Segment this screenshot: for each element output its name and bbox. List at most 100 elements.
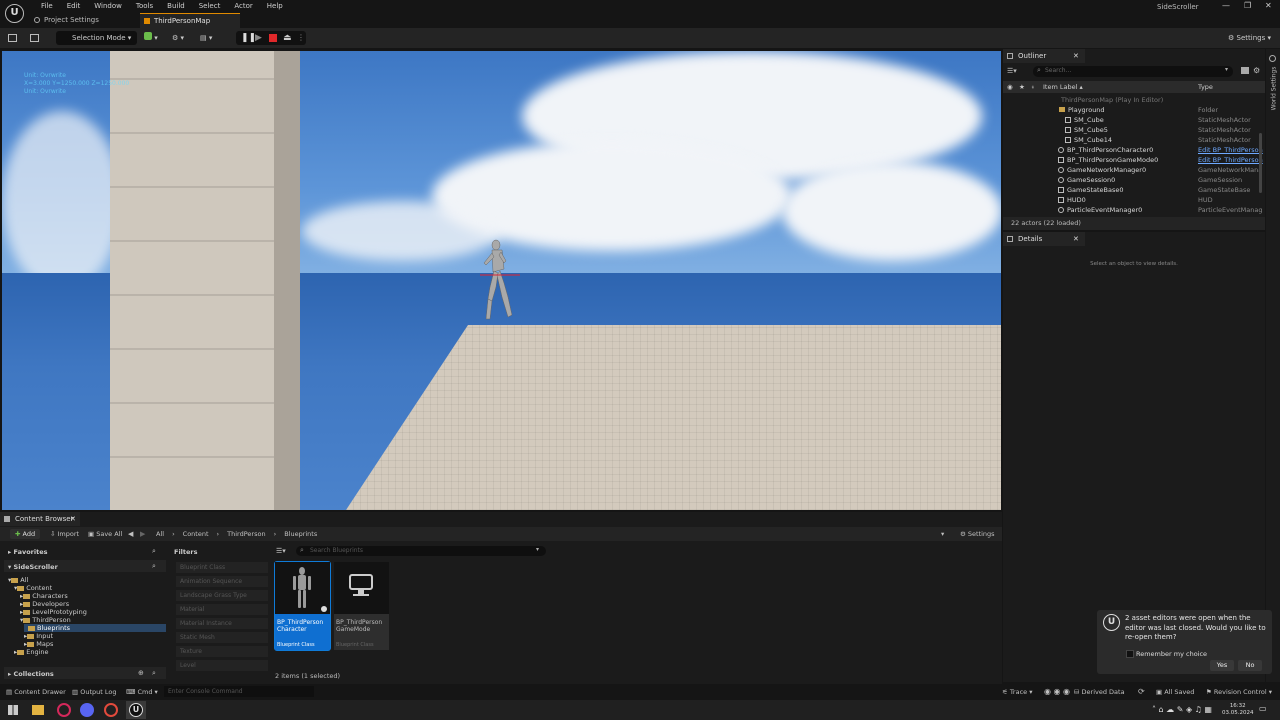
outliner-row[interactable]: BP_ThirdPersonGameMode0 Edit BP_ThirdPers… (1003, 155, 1265, 165)
file-explorer-icon[interactable] (32, 705, 44, 715)
filter-blueprint-class[interactable]: Blueprint Class (176, 562, 268, 573)
outliner-row[interactable]: SM_Cube StaticMeshActor (1003, 115, 1265, 125)
menu-tools[interactable]: Tools (129, 2, 160, 10)
outliner-row-map[interactable]: ThirdPersonMap (Play In Editor) (1003, 95, 1265, 105)
third-person-character[interactable] (480, 239, 520, 325)
search-icon[interactable]: ⌕ (152, 547, 156, 556)
outliner-row[interactable]: GameStateBase0 GameStateBase (1003, 185, 1265, 195)
tree-item-developers[interactable]: ▸ Developers (20, 600, 69, 608)
unreal-logo-icon[interactable]: U (5, 4, 24, 23)
stop-icon[interactable] (269, 34, 277, 42)
derived-data-button[interactable]: ⛁ Derived Data (1074, 688, 1125, 696)
world-settings-tab[interactable]: World Settings (1270, 67, 1277, 111)
filter-texture[interactable]: Texture (176, 646, 268, 657)
close-tab-icon[interactable]: ✕ (1073, 49, 1079, 63)
remember-checkbox[interactable] (1126, 650, 1134, 658)
collections-section[interactable]: ▸ Collections (8, 670, 54, 678)
add-actor-icon[interactable]: ▾ (144, 31, 164, 45)
cb-settings-button[interactable]: ⚙ Settings (960, 529, 995, 539)
outliner-row[interactable]: BP_ThirdPersonCharacter0 Edit BP_ThirdPer… (1003, 145, 1265, 155)
add-button[interactable]: ✚ Add (10, 529, 41, 539)
save-all-button[interactable]: ▣ Save All (88, 529, 122, 539)
unreal-editor-task-icon[interactable]: U (129, 703, 143, 717)
gear-icon[interactable]: ⚙ (1253, 66, 1260, 75)
asset-tile-gamemode[interactable]: BP_ThirdPerson GameMode Blueprint Class (334, 562, 389, 650)
search-icon[interactable]: ⌕ (152, 669, 156, 678)
close-tab-icon[interactable]: ✕ (1073, 232, 1079, 246)
windows-start-icon[interactable] (8, 705, 18, 715)
add-folder-icon[interactable] (1241, 67, 1249, 74)
asset-tile-character[interactable]: BP_ThirdPerson Character Blueprint Class (274, 561, 331, 651)
outliner-row[interactable]: HUD0 HUD (1003, 195, 1265, 205)
edit-blueprint-link[interactable]: Edit BP_ThirdPerson (1198, 145, 1263, 155)
tree-item-maps[interactable]: ▸ Maps (24, 640, 53, 648)
breadcrumb-blueprints[interactable]: Blueprints (284, 529, 317, 539)
trace-button[interactable]: ⚟ Trace ▾ (1002, 688, 1033, 696)
asset-search-input[interactable]: ⌕ Search Blueprints ▾ (296, 546, 546, 556)
tree-item-levelprototyping[interactable]: ▸ LevelPrototyping (20, 608, 87, 616)
output-log-button[interactable]: ▥ Output Log (72, 688, 116, 696)
tab-content-browser[interactable]: Content Browser ✕ (0, 512, 80, 526)
menu-actor[interactable]: Actor (227, 2, 259, 10)
tree-item-thirdperson[interactable]: ▾ ThirdPerson (20, 616, 71, 624)
settings-button[interactable]: ⚙ Settings ▾ (1228, 31, 1271, 45)
filter-landscape-grass-type[interactable]: Landscape Grass Type (176, 590, 268, 601)
outliner-row[interactable]: GameSession0 GameSession (1003, 175, 1265, 185)
forward-icon[interactable]: ▶ (140, 529, 145, 539)
filter-material-instance[interactable]: Material Instance (176, 618, 268, 629)
menu-window[interactable]: Window (87, 2, 129, 10)
menu-build[interactable]: Build (160, 2, 192, 10)
project-section[interactable]: ▾ SideScroller (8, 563, 58, 571)
tray-icons[interactable]: ˄ ⌂ ☁ ✎ ◈ ♫ ▦ (1152, 705, 1212, 714)
column-item-label[interactable]: Item Label ▴ (1043, 81, 1083, 93)
tree-item-engine[interactable]: ▸ Engine (14, 648, 49, 656)
more-options-icon[interactable]: ⋮ (297, 33, 305, 42)
filter-animation-sequence[interactable]: Animation Sequence (176, 576, 268, 587)
menu-edit[interactable]: Edit (60, 2, 88, 10)
clock[interactable]: 16:32 03.05.2024 (1222, 703, 1254, 717)
app-icon[interactable] (57, 703, 71, 717)
tab-details[interactable]: Details ✕ (1003, 232, 1085, 246)
content-drawer-button[interactable]: ▤ Content Drawer (6, 688, 66, 696)
path-dropdown-icon[interactable]: ▾ (941, 529, 944, 539)
browse-icon[interactable] (30, 34, 39, 42)
filter-icon[interactable]: ☰▾ (276, 547, 286, 555)
browser-icon[interactable] (104, 703, 118, 717)
close-tab-icon[interactable]: ✕ (70, 512, 76, 526)
outliner-row[interactable]: SM_Cube14 StaticMeshActor (1003, 135, 1265, 145)
pause-icon[interactable]: ❚❚ (241, 33, 256, 43)
chevron-down-icon[interactable]: ▾ (1225, 66, 1228, 73)
outliner-row[interactable]: GameNetworkManager0 GameNetworkMana (1003, 165, 1265, 175)
tree-item-content[interactable]: ▾ Content (14, 584, 52, 592)
filter-static-mesh[interactable]: Static Mesh (176, 632, 268, 643)
outliner-search-input[interactable]: ⌕ Search... ▾ (1033, 66, 1233, 77)
chevron-down-icon[interactable]: ▾ (536, 546, 539, 553)
step-icon[interactable]: ▶ (255, 33, 262, 43)
level-viewport[interactable]: Unit: Ovrwrite X=3.000 Y=1250.000 Z=1250… (2, 51, 1001, 510)
close-icon[interactable]: ✕ (1265, 1, 1272, 10)
import-button[interactable]: ⇩ Import (50, 529, 79, 539)
star-icon[interactable]: ★ (1019, 81, 1025, 93)
breadcrumb-content[interactable]: Content (183, 529, 209, 539)
favorites-section[interactable]: ▸ Favorites (8, 548, 48, 556)
blueprints-icon[interactable]: ⚙ ▾ (172, 31, 192, 45)
all-saved-button[interactable]: ▣ All Saved (1156, 688, 1194, 696)
cmd-dropdown[interactable]: ⌨ Cmd ▾ (126, 688, 158, 696)
notification-center-icon[interactable]: ▭ (1259, 704, 1267, 713)
tab-project-settings[interactable]: Project Settings (30, 13, 107, 28)
eject-icon[interactable]: ⏏ (283, 33, 292, 43)
notification-icon[interactable]: ⟳ (1138, 687, 1145, 696)
tree-item-blueprints[interactable]: Blueprints (28, 624, 70, 632)
outliner-row[interactable]: ParticleEventManager0 ParticleEventManag (1003, 205, 1265, 215)
column-type[interactable]: Type (1198, 81, 1213, 93)
save-icon[interactable] (8, 34, 17, 42)
tree-item-input[interactable]: ▸ Input (24, 632, 53, 640)
menu-file[interactable]: File (34, 2, 60, 10)
minimize-icon[interactable]: — (1222, 1, 1230, 10)
add-collection-icon[interactable]: ⊕ (138, 669, 144, 677)
selection-mode-dropdown[interactable]: Selection Mode ▾ (56, 31, 138, 45)
record-icons[interactable]: ◉ ◉ ◉ (1044, 687, 1070, 696)
discord-icon[interactable] (80, 703, 94, 717)
world-settings-icon[interactable] (1269, 55, 1276, 62)
search-icon[interactable]: ⌕ (152, 562, 156, 571)
